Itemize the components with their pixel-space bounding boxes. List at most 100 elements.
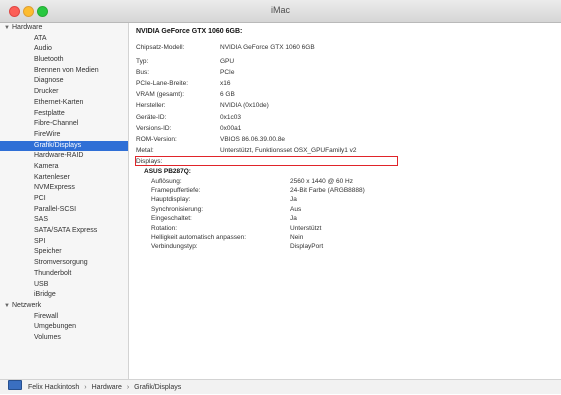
sidebar-item-label: SPI [34, 237, 46, 245]
sidebar: ▼ Hardware ATA Audio Bluetooth Brennen von Me… [0, 23, 129, 379]
property-value: 0x00a1 [220, 124, 242, 132]
property-key: Rotation: [151, 224, 178, 232]
sidebar-item[interactable]: Grafik/Displays [0, 140, 128, 152]
property-value: Unterstützt, Funktionsset OSX_GPUFamily1… [220, 147, 357, 155]
sidebar-item-label: Netzwerk [12, 301, 42, 309]
property-row: PCIe-Lane-Breite: x16 [136, 80, 536, 88]
property-value: Aus [290, 205, 302, 213]
sidebar-item[interactable]: Brennen von Medien [0, 66, 128, 77]
title-bar: iMac [0, 0, 561, 23]
property-value: VBIOS 86.06.39.00.8e [220, 135, 286, 143]
sidebar-item-label: Ethernet-Karten [34, 98, 84, 106]
property-value: GPU [220, 57, 235, 65]
sidebar-item[interactable]: Thunderbolt [0, 269, 128, 280]
status-bar: Felix Hackintosh › Hardware › Grafik/Dis… [0, 379, 561, 394]
sidebar-item[interactable]: Drucker [0, 87, 128, 98]
display-property-row: Rotation: Unterstützt [144, 225, 544, 233]
sidebar-item[interactable]: SPI [0, 237, 128, 248]
display-property-row: Eingeschaltet: Ja [144, 215, 544, 223]
sidebar-item[interactable]: Festplatte [0, 109, 128, 120]
breadcrumb-computer[interactable]: Felix Hackintosh [28, 384, 79, 391]
sidebar-item[interactable]: PCI [0, 194, 128, 205]
property-value: Ja [290, 196, 297, 204]
disclosure-triangle-icon[interactable]: ▼ [4, 301, 12, 312]
property-key: Bus: [136, 68, 150, 76]
property-key: Typ: [136, 57, 149, 65]
sidebar-item[interactable]: USB [0, 280, 128, 291]
sidebar-item[interactable]: Hardware-RAID [0, 151, 128, 162]
sidebar-item[interactable]: SATA/SATA Express [0, 226, 128, 237]
property-row: VRAM (gesamt): 6 GB [136, 91, 536, 99]
sidebar-item-label: Parallel-SCSI [34, 205, 77, 213]
property-value: Nein [290, 233, 304, 241]
sidebar-item-label: Umgebungen [34, 323, 77, 331]
display-property-row: Hauptdisplay: Ja [144, 196, 544, 204]
sidebar-item[interactable]: Firewall [0, 312, 128, 323]
property-key: Versions-ID: [136, 124, 172, 132]
sidebar-item[interactable]: Kartenleser [0, 173, 128, 184]
sidebar-item-label: Kamera [34, 162, 59, 170]
property-key: Displays: [136, 158, 163, 166]
property-row: Bus: PCIe [136, 69, 536, 77]
disclosure-triangle-icon[interactable]: ▼ [4, 23, 12, 34]
sidebar-item[interactable]: Fibre-Channel [0, 119, 128, 130]
sidebar-item[interactable]: Speicher [0, 247, 128, 258]
sidebar-item[interactable]: FireWire [0, 130, 128, 141]
sidebar-item[interactable]: ATA [0, 34, 128, 45]
sidebar-item-label: Fibre-Channel [34, 120, 79, 128]
sidebar-item-label: ATA [34, 34, 47, 42]
sidebar-item-label: Bluetooth [34, 56, 64, 64]
property-key: Eingeschaltet: [151, 215, 192, 223]
sidebar-item-label: Speicher [34, 248, 62, 256]
property-row: Displays: [136, 158, 536, 166]
property-key: Framepuffertiefe: [151, 186, 201, 194]
sidebar-item[interactable]: Stromversorgung [0, 258, 128, 269]
sidebar-item-label: Hardware-RAID [34, 152, 84, 160]
property-value: Ja [290, 215, 297, 223]
sidebar-item[interactable]: Kamera [0, 162, 128, 173]
sidebar-item-label: iBridge [34, 291, 56, 299]
property-value: 24-Bit Farbe (ARGB8888) [290, 186, 365, 194]
property-value: NVIDIA (0x10de) [220, 102, 269, 110]
sidebar-item-label: Firewall [34, 312, 59, 320]
display-property-row: Verbindungstyp: DisplayPort [144, 243, 544, 251]
property-key: Synchronisierung: [151, 205, 204, 213]
property-row: Chipsatz-Modell: NVIDIA GeForce GTX 1060 … [136, 44, 536, 52]
sidebar-item-label: Hardware [12, 24, 43, 31]
sidebar-item-label: Festplatte [34, 109, 65, 117]
property-key: Geräte-ID: [136, 113, 167, 121]
sidebar-group[interactable]: ▼ Hardware [0, 23, 128, 34]
sidebar-group[interactable]: ▼ Netzwerk [0, 301, 128, 312]
display-property-row: Synchronisierung: Aus [144, 206, 544, 214]
property-key: Hauptdisplay: [151, 196, 191, 204]
sidebar-item-label: Stromversorgung [34, 259, 88, 267]
sidebar-item-label: PCI [34, 195, 46, 202]
sidebar-item[interactable]: SAS [0, 215, 128, 226]
display-name: ASUS PB287Q: [144, 167, 191, 175]
computer-icon [8, 380, 22, 390]
property-row: Geräte-ID: 0x1c03 [136, 114, 536, 122]
sidebar-item-label: Grafik/Displays [34, 141, 82, 149]
property-value: Unterstützt [290, 224, 322, 232]
sidebar-item-label: NVMExpress [34, 184, 75, 192]
property-value: x16 [220, 79, 231, 87]
property-key: Verbindungstyp: [151, 243, 198, 251]
breadcrumb-displays[interactable]: Grafik/Displays [134, 384, 181, 391]
sidebar-item-label: USB [34, 280, 49, 288]
sidebar-item[interactable]: NVMExpress [0, 183, 128, 194]
sidebar-item[interactable]: Umgebungen [0, 322, 128, 333]
property-value: 2560 x 1440 @ 60 Hz [290, 177, 353, 185]
sidebar-item-label: Volumes [34, 333, 61, 341]
sidebar-item-label: SAS [34, 216, 49, 224]
sidebar-item[interactable]: Parallel-SCSI [0, 205, 128, 216]
sidebar-item[interactable]: iBridge [0, 290, 128, 301]
breadcrumb-hardware[interactable]: Hardware [92, 384, 122, 391]
sidebar-item[interactable]: Diagnose [0, 76, 128, 87]
sidebar-item[interactable]: Audio [0, 44, 128, 55]
property-value: 6 GB [220, 91, 235, 99]
sidebar-item[interactable]: Volumes [0, 333, 128, 344]
sidebar-item[interactable]: Ethernet-Karten [0, 98, 128, 109]
sidebar-item[interactable]: Bluetooth [0, 55, 128, 66]
property-value: DisplayPort [290, 243, 324, 251]
window-title: iMac [270, 5, 290, 15]
